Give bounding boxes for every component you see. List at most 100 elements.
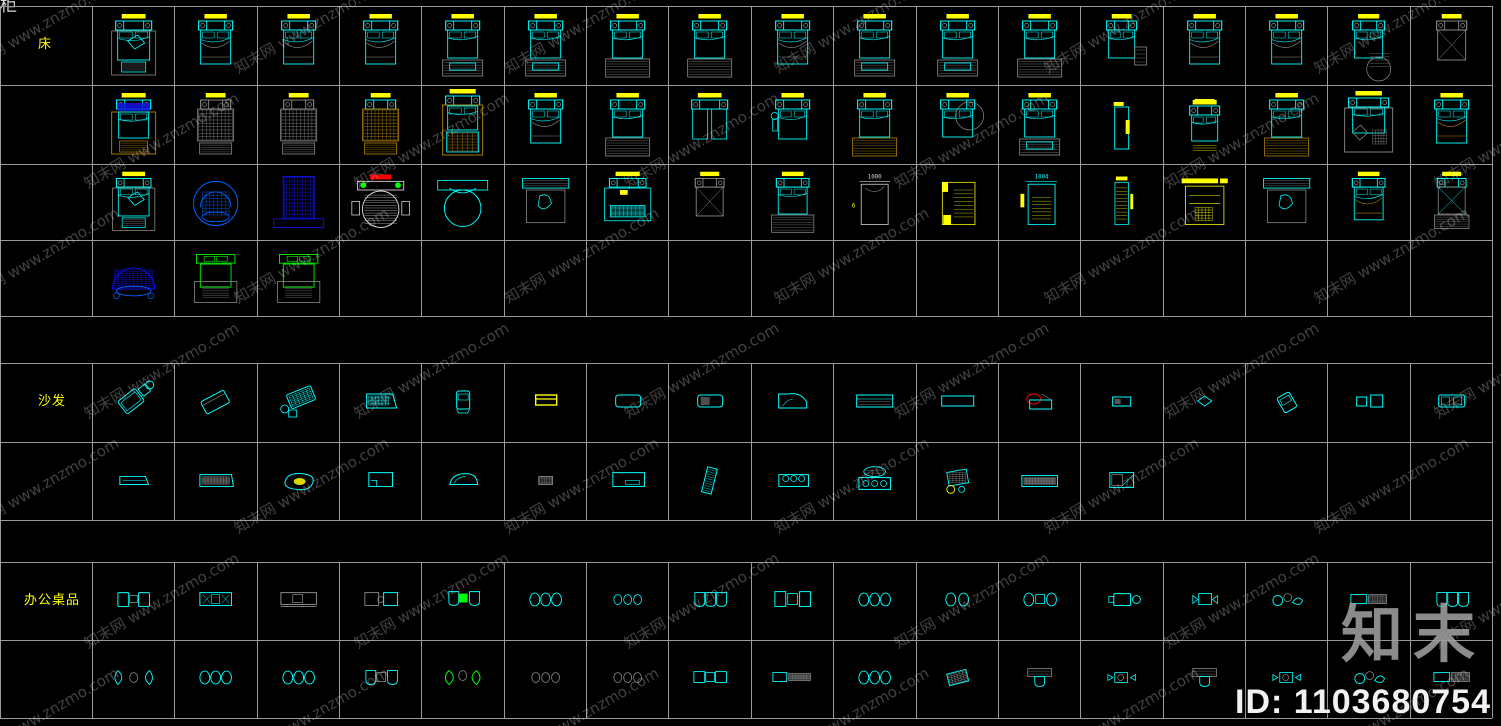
sofa-block-sofa-wide[interactable] [340, 364, 421, 442]
sofa-block-sofa-single[interactable] [422, 364, 503, 442]
bed-block-bed-double[interactable] [175, 7, 256, 85]
desk-block-desk-2oval[interactable] [917, 563, 998, 640]
bed-cell[interactable] [1411, 241, 1492, 316]
sofa-cell[interactable] [1246, 443, 1327, 520]
desk-block-desk-t-shape[interactable] [999, 641, 1080, 718]
bed-block-bed-texture[interactable] [258, 86, 339, 164]
bed-block-bed-mesh-dome[interactable] [93, 241, 174, 316]
desk-block-desk-fan[interactable] [1164, 563, 1245, 640]
bed-block-bed-texture[interactable] [175, 86, 256, 164]
desk-block-desk-2chair[interactable] [93, 563, 174, 640]
bed-block-bed-console[interactable] [505, 165, 586, 240]
bed-block-bed-round-blue[interactable] [175, 165, 256, 240]
desk-block-desk-small-set[interactable] [1081, 641, 1162, 718]
desk-block-desk-sq-pair[interactable] [669, 641, 750, 718]
bed-block-bed-double[interactable] [752, 7, 833, 85]
bed-block-bed-double[interactable] [1411, 86, 1492, 164]
desk-block-desk-small-set[interactable] [1246, 641, 1327, 718]
sofa-block-sofa-loveseat[interactable] [1411, 364, 1492, 442]
desk-block-desk-3small[interactable] [587, 563, 668, 640]
sofa-block-sofa-rect2[interactable] [669, 364, 750, 442]
bed-block-bed-lamp[interactable] [752, 86, 833, 164]
bed-block-bed-bench[interactable] [834, 7, 915, 85]
bed-block-bed-rug[interactable] [587, 7, 668, 85]
sofa-block-sofa-box[interactable] [587, 443, 668, 520]
bed-cell[interactable] [422, 241, 503, 316]
sofa-block-sofa-long2[interactable] [999, 443, 1080, 520]
bed-cell[interactable] [834, 241, 915, 316]
desk-block-desk-pair[interactable] [340, 563, 421, 640]
desk-block-desk-3oval[interactable] [258, 641, 339, 718]
bed-block-bed-rug[interactable] [1246, 86, 1327, 164]
desk-block-desk-tilt-box[interactable] [917, 641, 998, 718]
sofa-block-sofa-tilt3[interactable] [1246, 364, 1327, 442]
bed-cell[interactable] [1246, 241, 1327, 316]
desk-block-desk-green-bow[interactable] [422, 641, 503, 718]
desk-block-desk-bowtie[interactable] [93, 641, 174, 718]
bed-cell[interactable] [505, 241, 586, 316]
sofa-block-sofa-tiny[interactable] [505, 443, 586, 520]
bed-block-bed-double[interactable] [340, 7, 421, 85]
bed-block-bed-double[interactable] [258, 7, 339, 85]
sofa-block-sofa-stair[interactable] [669, 443, 750, 520]
desk-block-desk-green-mid[interactable] [422, 563, 503, 640]
desk-block-desk-3oval[interactable] [834, 641, 915, 718]
sofa-block-sofa-lshape[interactable] [340, 443, 421, 520]
sofa-cell[interactable] [1328, 443, 1409, 520]
bed-block-bed-gray-rug[interactable] [1411, 165, 1492, 240]
sofa-block-sofa-tilt2[interactable] [175, 364, 256, 442]
bed-cell[interactable] [1164, 241, 1245, 316]
bed-cell[interactable] [999, 241, 1080, 316]
bed-block-bed-side[interactable] [1081, 7, 1162, 85]
desk-block-desk-boxes[interactable] [175, 563, 256, 640]
bed-block-bed-desk[interactable] [587, 165, 668, 240]
bed-block-bed-rug[interactable] [834, 86, 915, 164]
sofa-block-sofa-blob[interactable] [258, 443, 339, 520]
bed-cell[interactable] [752, 241, 833, 316]
desk-block-desk-3small[interactable] [505, 641, 586, 718]
desk-block-desk-uuu[interactable] [669, 563, 750, 640]
sofa-block-sofa-curve[interactable] [752, 364, 833, 442]
bed-block-bed-double[interactable] [1246, 7, 1327, 85]
desk-block-desk-loop[interactable] [1246, 563, 1327, 640]
desk-block-desk-uuu[interactable] [1411, 563, 1492, 640]
sofa-cell[interactable] [1164, 443, 1245, 520]
sofa-block-sofa-curve2[interactable] [422, 443, 503, 520]
bed-block-bed-mesh-blue[interactable] [258, 165, 339, 240]
sofa-block-sofa-red-mark[interactable] [999, 364, 1080, 442]
bed-block-bed-texture[interactable] [340, 86, 421, 164]
desk-block-desk-3oval[interactable] [175, 641, 256, 718]
bed-block-bed-canopy[interactable] [93, 165, 174, 240]
desk-block-desk-3panel[interactable] [752, 563, 833, 640]
bed-cell[interactable] [340, 241, 421, 316]
bed-cell[interactable] [1328, 241, 1409, 316]
bed-block-bed-dim[interactable] [1164, 86, 1245, 164]
sofa-block-sofa-long[interactable] [834, 364, 915, 442]
bed-block-bed-double[interactable] [505, 86, 586, 164]
desk-block-desk-uu-box[interactable] [340, 641, 421, 718]
sofa-block-sofa-dots[interactable] [175, 443, 256, 520]
bed-block-bed-double[interactable] [1164, 7, 1245, 85]
bed-block-bed-armchair[interactable] [1328, 86, 1409, 164]
desk-block-desk-table[interactable] [1081, 563, 1162, 640]
bed-block-bed-plain[interactable] [669, 165, 750, 240]
bed-block-bed-tall[interactable] [422, 86, 503, 164]
bed-block-bed-plain[interactable] [1411, 7, 1492, 85]
bed-block-bed-rug[interactable] [587, 86, 668, 164]
desk-block-desk-oval-side[interactable] [999, 563, 1080, 640]
bed-block-bed-canopy[interactable] [93, 7, 174, 85]
bed-block-bed-bench[interactable] [999, 86, 1080, 164]
sofa-block-sofa-tilt-set[interactable] [258, 364, 339, 442]
bed-block-bed-bench[interactable] [917, 7, 998, 85]
sofa-block-sofa-small[interactable] [1081, 364, 1162, 442]
sofa-block-sofa-slab[interactable] [93, 443, 174, 520]
bed-block-bed-circle[interactable] [422, 165, 503, 240]
desk-block-desk-t-shape[interactable] [1164, 641, 1245, 718]
bed-block-bed-rug[interactable] [999, 7, 1080, 85]
bed-block-bed-bench[interactable] [422, 7, 503, 85]
desk-block-desk-wide-set[interactable] [752, 641, 833, 718]
desk-block-desk-loop[interactable] [1328, 641, 1409, 718]
sofa-block-sofa-plain[interactable] [917, 364, 998, 442]
bed-block-bed-round-corner[interactable] [1328, 7, 1409, 85]
sofa-block-sofa-three[interactable] [752, 443, 833, 520]
